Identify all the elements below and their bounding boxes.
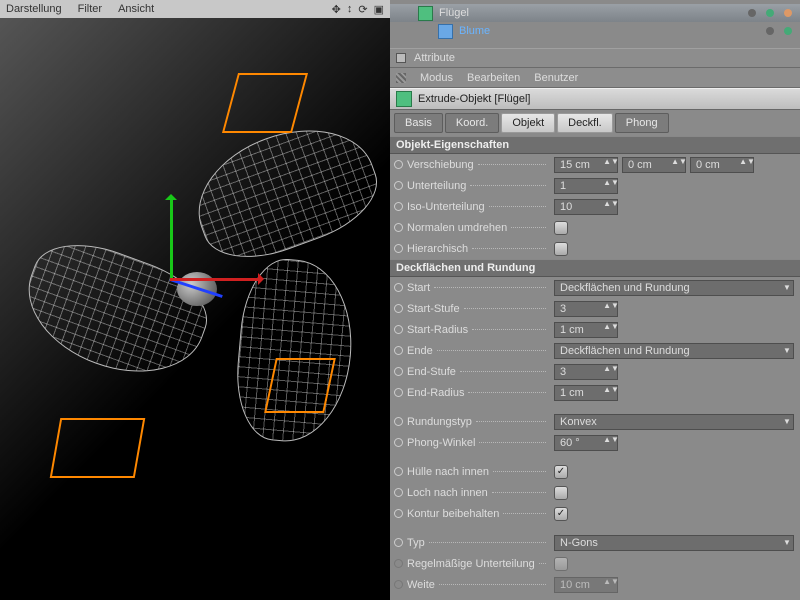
anim-ring-icon[interactable] bbox=[394, 223, 403, 232]
attribute-modebar: Modus Bearbeiten Benutzer bbox=[390, 68, 800, 88]
anim-ring-icon[interactable] bbox=[394, 367, 403, 376]
bounding-box bbox=[264, 358, 336, 413]
dolly-view-icon[interactable]: ↕ bbox=[347, 3, 353, 16]
viewport-menubar: Darstellung Filter Ansicht ✥ ↕ ⟳ ▣ bbox=[0, 0, 390, 18]
axis-y-icon[interactable] bbox=[170, 198, 173, 278]
disclosure-icon[interactable] bbox=[396, 53, 406, 63]
rundungstyp-combo[interactable]: Konvex▼ bbox=[554, 414, 794, 430]
move-view-icon[interactable]: ✥ bbox=[332, 3, 341, 16]
tab-koord[interactable]: Koord. bbox=[445, 113, 499, 133]
anim-ring-icon[interactable] bbox=[394, 325, 403, 334]
viewport-canvas[interactable] bbox=[0, 18, 390, 600]
bounding-box bbox=[222, 73, 308, 133]
tree-item-fluegel[interactable]: Flügel bbox=[390, 4, 800, 22]
attribute-body: Objekt-Eigenschaften Verschiebung 15 cm▲… bbox=[390, 136, 800, 600]
vp-menu-display[interactable]: Darstellung bbox=[6, 3, 62, 15]
viewport-3d[interactable]: Darstellung Filter Ansicht ✥ ↕ ⟳ ▣ bbox=[0, 0, 390, 600]
anim-ring-icon[interactable] bbox=[394, 467, 403, 476]
regelmaessige-unterteilung-checkbox bbox=[554, 557, 568, 571]
anim-ring-icon bbox=[394, 580, 403, 589]
start-combo[interactable]: Deckflächen und Rundung▼ bbox=[554, 280, 794, 296]
anim-ring-icon[interactable] bbox=[394, 202, 403, 211]
attribute-title: Attribute bbox=[414, 52, 455, 64]
object-manager-tree: Flügel Blume bbox=[390, 0, 800, 48]
extrude-object-icon bbox=[418, 6, 433, 21]
end-radius-input[interactable]: 1 cm▲▼ bbox=[554, 385, 618, 401]
visibility-dot-icon[interactable] bbox=[784, 27, 792, 35]
grip-icon[interactable] bbox=[396, 73, 406, 83]
mode-menu[interactable]: Modus bbox=[420, 72, 453, 84]
tab-objekt[interactable]: Objekt bbox=[501, 113, 555, 133]
tree-item-label: Blume bbox=[459, 25, 490, 37]
hierarchisch-checkbox[interactable] bbox=[554, 242, 568, 256]
vp-menu-filter[interactable]: Filter bbox=[78, 3, 102, 15]
anim-ring-icon[interactable] bbox=[394, 160, 403, 169]
prop-verschiebung: Verschiebung 15 cm▲▼ 0 cm▲▼ 0 cm▲▼ bbox=[390, 154, 800, 175]
section-objekt-eigenschaften: Objekt-Eigenschaften bbox=[390, 136, 800, 154]
anim-ring-icon[interactable] bbox=[394, 509, 403, 518]
user-menu[interactable]: Benutzer bbox=[534, 72, 578, 84]
anim-ring-icon[interactable] bbox=[394, 304, 403, 313]
anim-ring-icon bbox=[394, 559, 403, 568]
spline-object-icon bbox=[438, 24, 453, 39]
anim-ring-icon[interactable] bbox=[394, 488, 403, 497]
mesh-blade[interactable] bbox=[232, 256, 357, 445]
anim-ring-icon[interactable] bbox=[394, 283, 403, 292]
typ-combo[interactable]: N-Gons▼ bbox=[554, 535, 794, 551]
visibility-dot-icon[interactable] bbox=[748, 9, 756, 17]
verschiebung-z-input[interactable]: 0 cm▲▼ bbox=[690, 157, 754, 173]
anim-ring-icon[interactable] bbox=[394, 388, 403, 397]
loch-nach-innen-checkbox[interactable] bbox=[554, 486, 568, 500]
tab-basis[interactable]: Basis bbox=[394, 113, 443, 133]
anim-ring-icon[interactable] bbox=[394, 244, 403, 253]
axis-x-icon[interactable] bbox=[170, 278, 260, 281]
tree-item-label: Flügel bbox=[439, 7, 469, 19]
verschiebung-y-input[interactable]: 0 cm▲▼ bbox=[622, 157, 686, 173]
normalen-umdrehen-checkbox[interactable] bbox=[554, 221, 568, 235]
tab-deckfl[interactable]: Deckfl. bbox=[557, 113, 613, 133]
visibility-dot-icon[interactable] bbox=[766, 27, 774, 35]
attribute-tabs: Basis Koord. Objekt Deckfl. Phong bbox=[390, 110, 800, 136]
anim-ring-icon[interactable] bbox=[394, 181, 403, 190]
anim-ring-icon[interactable] bbox=[394, 438, 403, 447]
attribute-manager: Flügel Blume Attribute Modus Bearbeiten … bbox=[390, 0, 800, 600]
bounding-box bbox=[50, 418, 146, 478]
iso-unterteilung-input[interactable]: 10▲▼ bbox=[554, 199, 618, 215]
visibility-dot-icon[interactable] bbox=[766, 9, 774, 17]
verschiebung-x-input[interactable]: 15 cm▲▼ bbox=[554, 157, 618, 173]
mesh-blade[interactable] bbox=[12, 228, 219, 393]
attribute-header: Attribute bbox=[390, 48, 800, 68]
section-deckflaechen: Deckflächen und Rundung bbox=[390, 259, 800, 277]
tag-icon[interactable] bbox=[784, 9, 792, 17]
rotate-view-icon[interactable]: ⟳ bbox=[358, 3, 367, 16]
tree-item-blume[interactable]: Blume bbox=[390, 22, 800, 40]
end-stufe-input[interactable]: 3▲▼ bbox=[554, 364, 618, 380]
anim-ring-icon[interactable] bbox=[394, 417, 403, 426]
start-radius-input[interactable]: 1 cm▲▼ bbox=[554, 322, 618, 338]
anim-ring-icon[interactable] bbox=[394, 538, 403, 547]
start-stufe-input[interactable]: 3▲▼ bbox=[554, 301, 618, 317]
huelle-nach-innen-checkbox[interactable]: ✓ bbox=[554, 465, 568, 479]
extrude-object-icon bbox=[396, 91, 412, 107]
unterteilung-input[interactable]: 1▲▼ bbox=[554, 178, 618, 194]
object-title: Extrude-Objekt [Flügel] bbox=[418, 93, 531, 105]
tab-phong[interactable]: Phong bbox=[615, 113, 669, 133]
weite-input: 10 cm▲▼ bbox=[554, 577, 618, 593]
phong-winkel-input[interactable]: 60 °▲▼ bbox=[554, 435, 618, 451]
ende-combo[interactable]: Deckflächen und Rundung▼ bbox=[554, 343, 794, 359]
maximize-view-icon[interactable]: ▣ bbox=[374, 3, 384, 16]
anim-ring-icon[interactable] bbox=[394, 346, 403, 355]
object-title-bar: Extrude-Objekt [Flügel] bbox=[390, 88, 800, 110]
kontur-beibehalten-checkbox[interactable]: ✓ bbox=[554, 507, 568, 521]
vp-menu-view[interactable]: Ansicht bbox=[118, 3, 154, 15]
edit-menu[interactable]: Bearbeiten bbox=[467, 72, 520, 84]
